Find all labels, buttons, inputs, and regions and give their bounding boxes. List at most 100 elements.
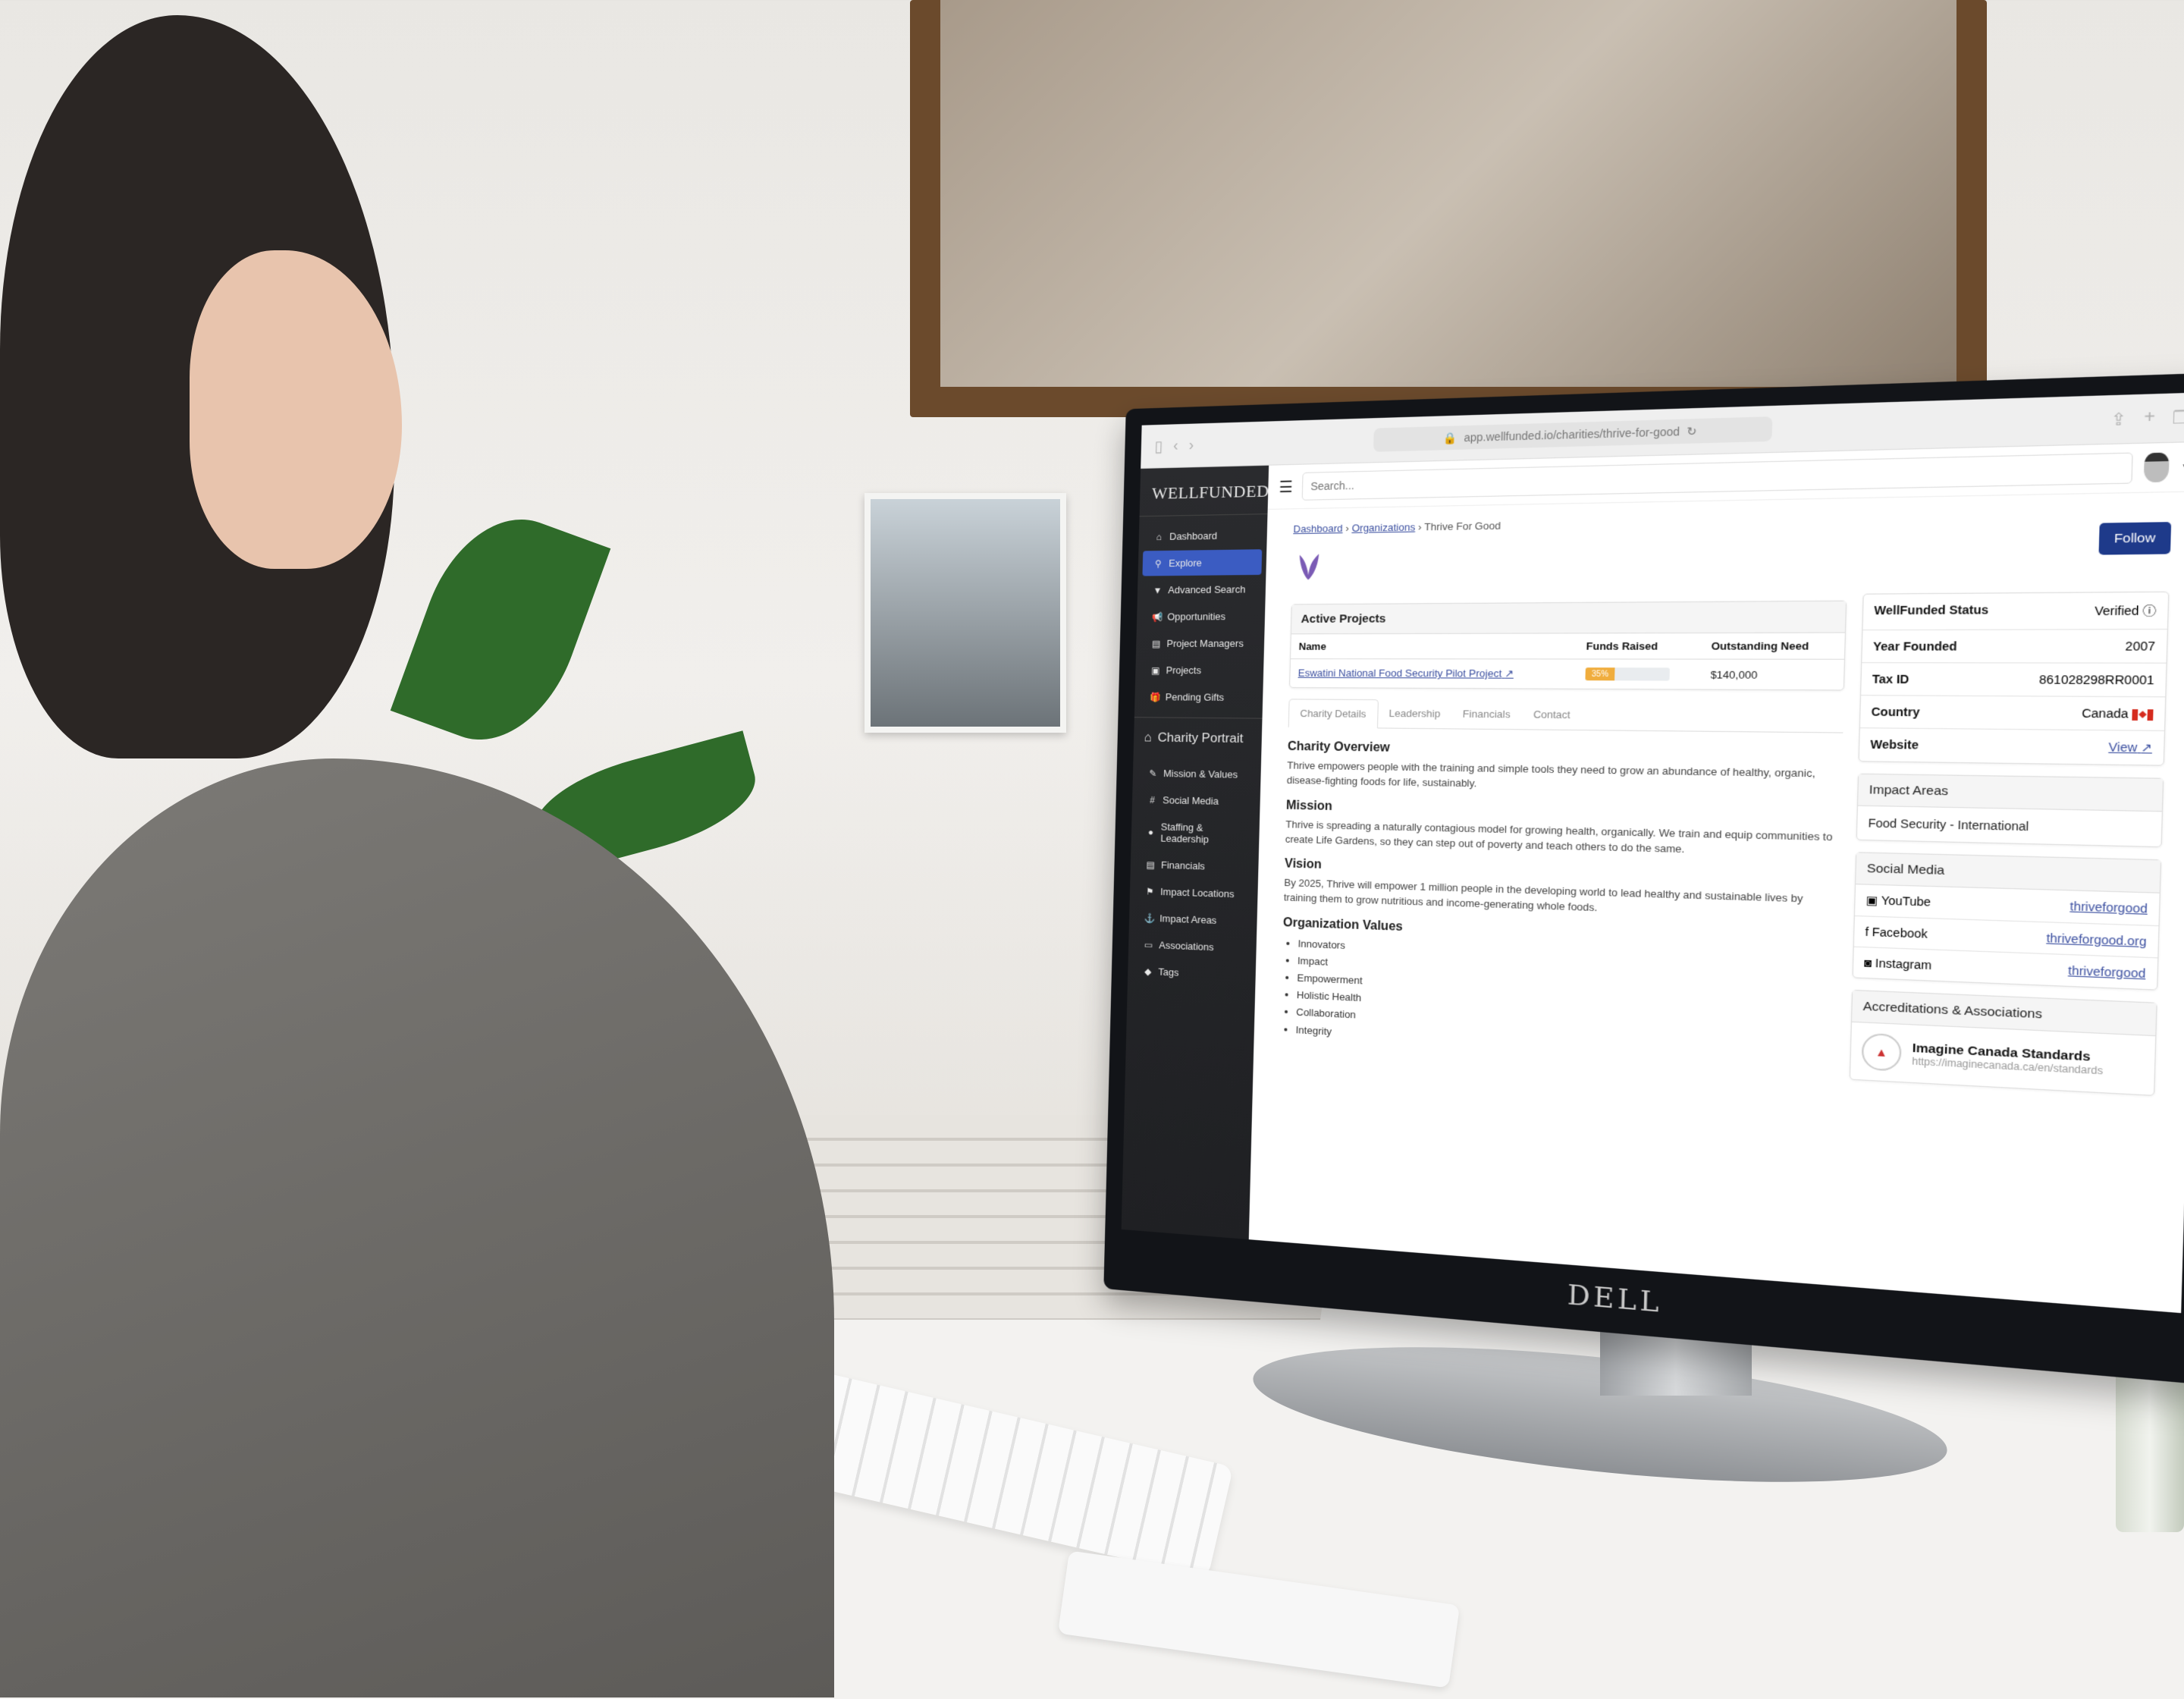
shield-icon — [1147, 485, 1148, 501]
sidebar-item-tags[interactable]: ◆ Tags — [1132, 958, 1251, 988]
funds-progress-fill: 35% — [1585, 667, 1615, 681]
funds-progress-bar: 35% — [1585, 667, 1671, 681]
breadcrumb: Dashboard › Organizations › Thrive For G… — [1293, 520, 1502, 535]
sidebar-toggle-icon[interactable]: ▯ — [1154, 436, 1163, 455]
chevron-down-icon[interactable]: ▼ — [2180, 460, 2184, 473]
hashtag-icon: # — [1150, 794, 1155, 806]
forward-icon[interactable]: › — [1188, 436, 1194, 454]
info-card: WellFunded Status Verified ⓘ Year Founded… — [1858, 591, 2170, 766]
sidebar-item-label: Associations — [1159, 939, 1214, 953]
sidebar-item-label: Financials — [1160, 859, 1206, 872]
external-link-icon: ↗ — [1505, 667, 1514, 680]
sidebar-item-mission-values[interactable]: ✎ Mission & Values — [1137, 760, 1257, 787]
brand-logo[interactable]: WELLFUNDED — [1139, 473, 1269, 517]
social-platform: Instagram — [1875, 956, 1932, 972]
back-icon[interactable]: ‹ — [1173, 437, 1178, 454]
anchor-icon: ⚓ — [1144, 912, 1156, 924]
breadcrumb-organizations[interactable]: Organizations — [1351, 521, 1415, 534]
building-icon: ⌂ — [1144, 730, 1153, 745]
tab-leadership[interactable]: Leadership — [1378, 699, 1452, 728]
sidebar-item-label: Project Managers — [1166, 637, 1244, 649]
person-sweater — [0, 758, 834, 1697]
sidebar-item-project-managers[interactable]: ▤ Project Managers — [1141, 630, 1260, 656]
social-platform: YouTube — [1881, 893, 1931, 909]
youtube-icon: ▣ — [1866, 893, 1878, 907]
portrait-nav: ✎ Mission & Values # Social Media ● Staffing … — [1128, 760, 1261, 988]
map-pin-icon: ⚑ — [1145, 885, 1154, 897]
social-link[interactable]: thriveforgood.org — [2046, 931, 2147, 949]
sidebar-item-label: Impact Locations — [1159, 885, 1235, 900]
sidebar-item-label: Pending Gifts — [1165, 691, 1225, 703]
sidebar-item-label: Staffing & Leadership — [1160, 821, 1210, 846]
reload-icon[interactable]: ↻ — [1687, 424, 1697, 438]
app: WELLFUNDED ⌂ Dashboard ⚲ Explore ▼ Advanced S… — [1121, 441, 2184, 1314]
charity-logo — [1298, 554, 1320, 580]
page-content: Follow Dashboard › Organizations › Thriv… — [1253, 491, 2184, 1126]
column-header: Funds Raised — [1577, 633, 1703, 660]
social-platform: Facebook — [1872, 925, 1928, 941]
external-link-icon: ↗ — [2140, 740, 2153, 755]
sidebar-item-label: Social Media — [1163, 794, 1219, 807]
column-header: Outstanding Need — [1702, 633, 1845, 660]
sidebar-item-associations[interactable]: ▭ Associations — [1133, 931, 1252, 962]
sidebar-item-social-media[interactable]: # Social Media — [1137, 787, 1257, 815]
sidebar-item-impact-areas[interactable]: ⚓ Impact Areas — [1134, 905, 1253, 934]
active-projects-title: Active Projects — [1291, 601, 1847, 635]
tabs-overview-icon[interactable]: ❐ — [2172, 407, 2184, 429]
tax-row: Tax ID 861028298RR0001 — [1861, 663, 2167, 698]
project-link[interactable]: Eswatini National Food Security Pilot Pr… — [1298, 667, 1514, 679]
sidebar-item-label: Mission & Values — [1163, 767, 1238, 780]
ledger-icon: ▤ — [1146, 859, 1156, 871]
wall-photo — [864, 493, 1066, 733]
outstanding-need: $140,000 — [1710, 667, 1758, 681]
lock-icon: 🔒 — [1443, 431, 1458, 444]
table-row: Eswatini National Food Security Pilot Pr… — [1290, 659, 1844, 690]
sidebar-item-advanced-search[interactable]: ▼ Advanced Search — [1142, 576, 1262, 603]
follow-button[interactable]: Follow — [2098, 522, 2172, 555]
sidebar-item-opportunities[interactable]: 📢 Opportunities — [1141, 604, 1261, 630]
active-projects-card: Active Projects Name Funds Raised Outsta… — [1289, 600, 1847, 691]
sidebar-item-staffing-leadership[interactable]: ● Staffing & Leadership — [1135, 814, 1255, 853]
sidebar-item-financials[interactable]: ▤ Financials — [1134, 852, 1254, 881]
megaphone-icon: 📢 — [1151, 611, 1163, 623]
address-bar[interactable]: 🔒 app.wellfunded.io/charities/thrive-for… — [1373, 416, 1773, 452]
overview-text: Thrive empowers people with the training… — [1286, 759, 1816, 790]
column-header: Name — [1291, 633, 1579, 659]
year-row: Year Founded 2007 — [1862, 630, 2167, 664]
home-icon: ⌂ — [1156, 531, 1163, 542]
menu-icon[interactable]: ☰ — [1279, 477, 1293, 497]
new-tab-icon[interactable]: + — [2144, 407, 2156, 429]
website-row: Website View ↗ — [1870, 737, 2153, 755]
status-row: WellFunded Status Verified ⓘ — [1862, 592, 2169, 631]
sidebar-item-projects[interactable]: ▣ Projects — [1140, 658, 1260, 683]
sidebar-item-label: Dashboard — [1169, 529, 1218, 542]
values-list: InnovatorsImpactEmpowermentHolistic Heal… — [1280, 934, 1837, 1066]
tab-charity-details[interactable]: Charity Details — [1288, 699, 1379, 729]
social-link[interactable]: thriveforgood — [2068, 963, 2146, 980]
share-icon[interactable]: ⇪ — [2110, 408, 2127, 430]
sidebar-item-impact-locations[interactable]: ⚑ Impact Locations — [1134, 878, 1253, 907]
sidebar-item-explore[interactable]: ⚲ Explore — [1142, 549, 1263, 576]
main: ☰ ▼ Follow Dashboard › Organizations › T… — [1248, 441, 2184, 1314]
tab-financials[interactable]: Financials — [1451, 700, 1523, 730]
url-text: app.wellfunded.io/charities/thrive-for-g… — [1464, 425, 1680, 444]
gift-icon: 🎁 — [1149, 691, 1161, 702]
sidebar-item-pending-gifts[interactable]: 🎁 Pending Gifts — [1139, 684, 1259, 710]
impact-area-item: Food Security - International — [1868, 816, 2029, 834]
tab-contact[interactable]: Contact — [1521, 700, 1582, 730]
sidebar-item-dashboard[interactable]: ⌂ Dashboard — [1143, 522, 1263, 549]
website-link[interactable]: View ↗ — [2108, 740, 2152, 755]
overview-heading: Charity Overview — [1287, 740, 1390, 755]
edit-icon: ✎ — [1149, 768, 1157, 779]
sidebar: WELLFUNDED ⌂ Dashboard ⚲ Explore ▼ Advanced S… — [1121, 465, 1269, 1240]
info-icon[interactable]: ⓘ — [2142, 604, 2156, 617]
social-link[interactable]: thriveforgood — [2069, 900, 2148, 916]
sidebar-item-label: Impact Areas — [1159, 912, 1217, 926]
accreditations-card: Accreditations & Associations ▲ Imagine … — [1849, 989, 2157, 1097]
country-row: Country Canada — [1859, 696, 2166, 731]
detail-tabs: Charity Details Leadership Financials Conta… — [1288, 699, 1844, 733]
breadcrumb-dashboard[interactable]: Dashboard — [1293, 523, 1343, 535]
avatar[interactable] — [2143, 452, 2170, 483]
id-card-icon: ▤ — [1151, 638, 1161, 649]
canada-flag-icon — [2132, 708, 2154, 721]
